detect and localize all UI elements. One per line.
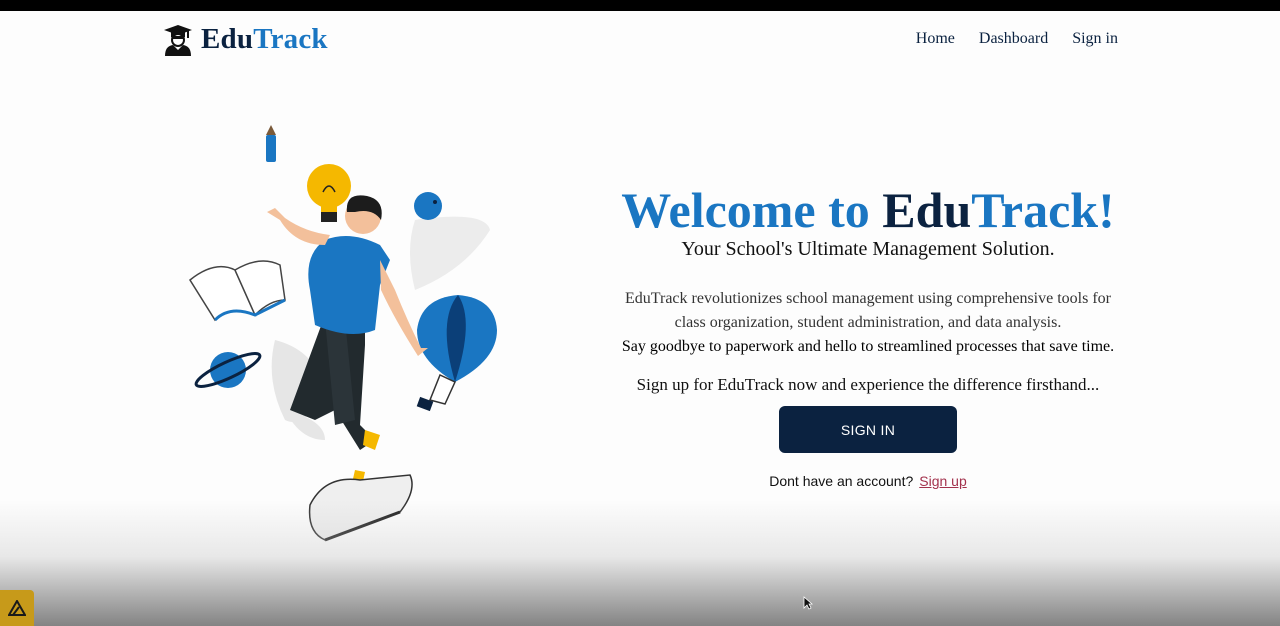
navbar: EduTrack Home Dashboard Sign in bbox=[0, 11, 1280, 69]
hero-cta-text: Sign up for EduTrack now and experience … bbox=[636, 375, 1100, 394]
hero-title-track: Track! bbox=[971, 182, 1115, 238]
mouse-cursor-icon bbox=[803, 596, 813, 610]
no-account-text: Dont have an account? bbox=[769, 473, 914, 489]
nav-signin-link[interactable]: Sign in bbox=[1072, 30, 1118, 48]
balloon-icon bbox=[416, 295, 497, 412]
signup-link[interactable]: Sign up bbox=[919, 473, 966, 489]
hero-title: Welcome to EduTrack! bbox=[560, 180, 1176, 240]
hero-title-welcome: Welcome to bbox=[621, 182, 883, 238]
leaf-decoration bbox=[410, 216, 490, 290]
lightbulb-icon bbox=[307, 164, 351, 222]
triangle-logo-icon bbox=[8, 600, 26, 616]
graduate-student-icon bbox=[164, 24, 192, 56]
nav-links: Home Dashboard Sign in bbox=[916, 30, 1118, 48]
logo-text-track: Track bbox=[253, 23, 328, 55]
hero-subtitle: Your School's Ultimate Management Soluti… bbox=[681, 238, 1055, 260]
book-icon bbox=[189, 260, 286, 322]
signin-button[interactable]: SIGN IN bbox=[779, 406, 957, 453]
hero-desc-line3: Say goodbye to paperwork and hello to st… bbox=[621, 338, 1115, 355]
logo[interactable]: EduTrack bbox=[163, 23, 328, 56]
nav-home-link[interactable]: Home bbox=[916, 30, 955, 48]
nav-dashboard-link[interactable]: Dashboard bbox=[979, 30, 1048, 48]
hero-title-edu: Edu bbox=[882, 182, 972, 238]
hero-description: EduTrack revolutionizes school managemen… bbox=[560, 287, 1176, 359]
hero-section: Welcome to EduTrack! Your School's Ultim… bbox=[560, 180, 1176, 489]
app-badge-icon[interactable] bbox=[0, 590, 34, 626]
top-strip bbox=[0, 0, 1280, 11]
hero-desc-line2: class organization, student administrati… bbox=[674, 314, 1062, 331]
pencil-icon bbox=[266, 125, 276, 162]
ball-icon bbox=[414, 192, 442, 220]
hero-desc-line1: EduTrack revolutionizes school managemen… bbox=[625, 290, 1111, 307]
planet-icon bbox=[194, 352, 262, 388]
logo-text-edu: Edu bbox=[201, 23, 254, 55]
hero-illustration bbox=[189, 125, 497, 542]
signup-row: Dont have an account? Sign up bbox=[560, 473, 1176, 489]
